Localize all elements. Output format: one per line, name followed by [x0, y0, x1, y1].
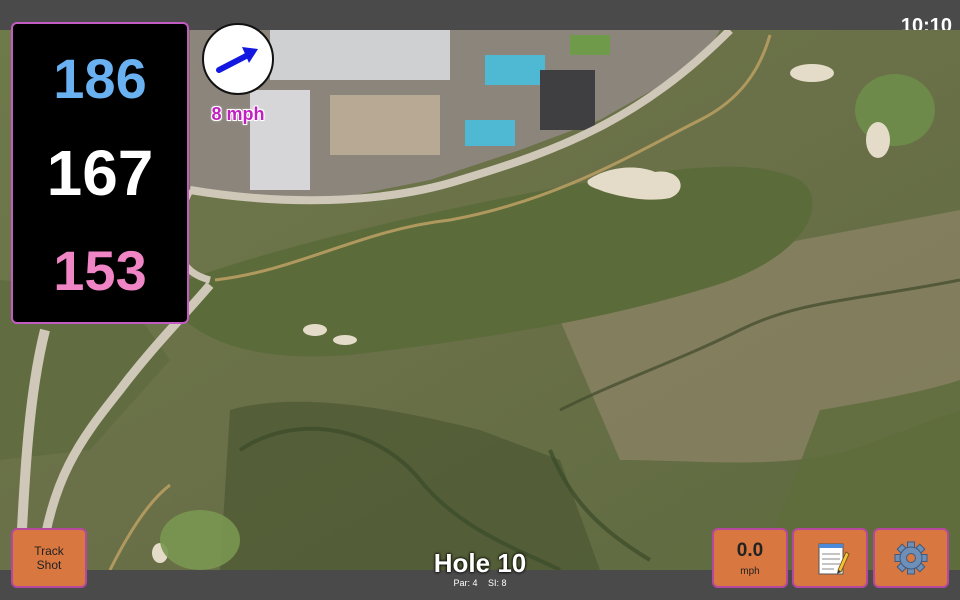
par-label: Par: 4 [453, 578, 478, 588]
gear-icon [894, 541, 928, 575]
speed-value: 0.0 [736, 540, 764, 561]
hole-info: Par: 4 SI: 8 [380, 578, 580, 588]
notepad-icon [818, 543, 850, 575]
track-shot-label-1: Track [34, 544, 64, 558]
hole-title: Hole 10 [433, 548, 527, 578]
speed-button[interactable]: 0.0 mph [712, 528, 788, 588]
wind-speed: 8 mph [211, 104, 265, 124]
middle-distance: 167 [46, 137, 154, 209]
track-shot-button[interactable]: Track Shot [11, 528, 87, 588]
notes-button[interactable] [792, 528, 868, 588]
si-label: SI: 8 [488, 578, 507, 588]
speed-unit: mph [740, 566, 760, 577]
arrow-right-up-icon [216, 47, 258, 73]
back-distance: 186 [53, 47, 147, 110]
distance-panel: 186 167 153 [11, 22, 189, 324]
wind-indicator [202, 23, 274, 95]
track-shot-label-2: Shot [36, 558, 62, 572]
front-distance: 153 [53, 239, 147, 302]
settings-button[interactable] [873, 528, 949, 588]
